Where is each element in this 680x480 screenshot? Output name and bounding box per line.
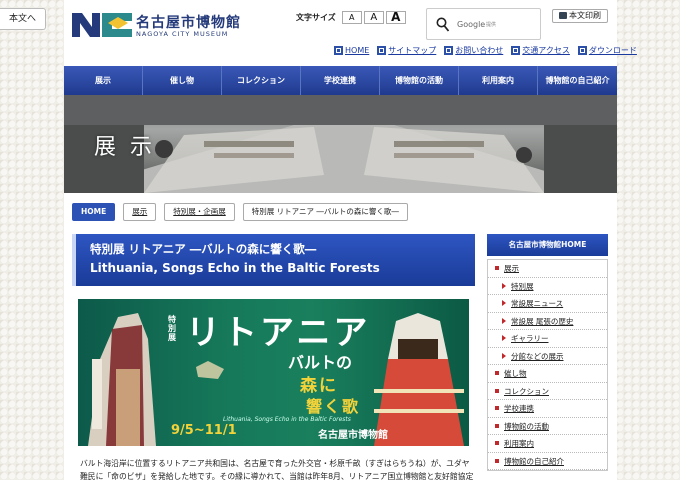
page-title-english: Lithuania, Songs Echo in the Baltic Fore…	[90, 261, 380, 275]
poster-subtitle-3: 響く歌	[306, 397, 361, 416]
breadcrumb-home[interactable]: HOME	[72, 203, 116, 221]
sidebar-item-label: 展示	[504, 264, 519, 273]
sidebar-item-label: コレクション	[504, 386, 549, 396]
nav-item-collection[interactable]: コレクション	[222, 66, 301, 95]
poster-main-title: リトアニア	[186, 313, 371, 353]
map-icon	[511, 46, 521, 55]
nav-item-activities[interactable]: 博物館の活動	[380, 66, 459, 95]
sidebar-item-visitor-info[interactable]: 利用案内	[488, 435, 607, 453]
sidebar-item-label: 催し物	[504, 369, 527, 378]
skip-to-content-button[interactable]: 本文へ	[0, 8, 46, 30]
print-button[interactable]: 本文印刷	[552, 9, 608, 23]
sidebar-item-label: 学校連携	[504, 404, 534, 413]
sidebar-item-label: 特別展	[511, 281, 534, 291]
utility-link-contact[interactable]: お問い合わせ	[444, 45, 503, 56]
sidebar-item-label: 博物館の活動	[504, 421, 549, 431]
sidebar-item-owari-history[interactable]: 常設展 尾張の歴史	[488, 313, 607, 330]
sidebar-item-label: ギャラリー	[511, 334, 549, 343]
hero-banner: 展示	[64, 95, 617, 193]
home-icon	[334, 46, 343, 55]
logo-english-name: NAGOYA CITY MUSEUM	[136, 30, 229, 38]
sidebar-home-link[interactable]: 名古屋市博物館HOME	[487, 234, 608, 256]
sidebar-item-schools[interactable]: 学校連携	[488, 400, 607, 418]
utility-link-label: ダウンロード	[588, 46, 637, 55]
sidebar-item-label: 常設展 尾張の歴史	[511, 316, 574, 326]
breadcrumb-label: 展示	[132, 207, 148, 216]
utility-links: HOME サイトマップ お問い合わせ 交通アクセス ダウンロード	[334, 45, 645, 56]
utility-link-label: お問い合わせ	[455, 46, 504, 55]
sidebar-item-events[interactable]: 催し物	[488, 365, 607, 383]
mail-icon	[444, 46, 454, 55]
poster-dates: 9/5~11/1	[171, 423, 237, 438]
poster-english-subtitle: Lithuania, Songs Echo in the Baltic Fore…	[223, 416, 351, 423]
poster-venue: 名古屋市博物館	[318, 430, 388, 441]
sidebar-item-special[interactable]: 特別展	[488, 278, 607, 295]
download-icon	[577, 46, 587, 55]
museum-logo-mark-icon	[72, 13, 132, 37]
intro-paragraph: バルト海沿岸に位置するリトアニア共和国は、名古屋で育った外交官・杉原千畝（すぎは…	[80, 459, 474, 480]
font-size-label: 文字サイズ	[296, 12, 336, 22]
font-size-small-button[interactable]: A	[341, 10, 362, 24]
utility-link-label: HOME	[345, 46, 370, 55]
logo-japanese-name: 名古屋市博物館	[136, 15, 241, 31]
font-size-medium-button[interactable]: A	[363, 10, 384, 24]
nav-item-schools[interactable]: 学校連携	[301, 66, 380, 95]
sidebar-item-exhibitions[interactable]: 展示	[488, 260, 607, 278]
site-search: 提供	[426, 8, 541, 40]
sidebar-item-branch[interactable]: 分館などの展示	[488, 348, 607, 365]
page-title-japanese: 特別展 リトアニア ―バルトの森に響く歌―	[90, 242, 317, 256]
search-icon[interactable]	[436, 17, 450, 33]
sidebar-menu: 展示 特別展 常設展ニュース 常設展 尾張の歴史 ギャラリー 分館などの展示 催…	[487, 259, 608, 471]
utility-link-label: サイトマップ	[388, 46, 437, 55]
sidebar-item-label: 常設展ニュース	[511, 299, 564, 308]
search-provider-label: 提供	[486, 22, 497, 28]
sidebar-item-collection[interactable]: コレクション	[488, 383, 607, 400]
poster-tag: 特別展	[168, 315, 176, 342]
breadcrumb-label: 特別展・企画展	[173, 207, 226, 216]
site-logo[interactable]: 名古屋市博物館 NAGOYA CITY MUSEUM	[72, 11, 272, 39]
breadcrumb: HOME 展示 特別展・企画展 特別展 リトアニア ―バルトの森に響く歌―	[72, 203, 416, 221]
sidebar-item-label: 分館などの展示	[511, 351, 564, 361]
page-title: 特別展 リトアニア ―バルトの森に響く歌― Lithuania, Songs E…	[72, 234, 475, 286]
exhibition-poster: 特別展 リトアニア バルトの 森に 響く歌 Lithuania, Songs E…	[78, 299, 469, 446]
search-input[interactable]	[457, 16, 537, 32]
poster-subtitle-1: バルトの	[288, 353, 353, 372]
global-nav: 展示 催し物 コレクション 学校連携 博物館の活動 利用案内 博物館の自己紹介	[64, 66, 617, 95]
breadcrumb-current: 特別展 リトアニア ―バルトの森に響く歌―	[242, 203, 408, 221]
font-size-large-button[interactable]: A	[385, 10, 406, 24]
utility-link-home[interactable]: HOME	[334, 45, 369, 56]
font-size-control: 文字サイズ A A A	[296, 10, 408, 24]
utility-link-access[interactable]: 交通アクセス	[511, 45, 570, 56]
sidebar-item-permanent-news[interactable]: 常設展ニュース	[488, 295, 607, 313]
breadcrumb-special-exhibitions[interactable]: 特別展・企画展	[164, 203, 235, 221]
printer-icon	[559, 12, 567, 19]
nav-item-events[interactable]: 催し物	[143, 66, 222, 95]
hero-title: 展示	[94, 135, 167, 160]
utility-link-download[interactable]: ダウンロード	[577, 45, 637, 56]
breadcrumb-exhibitions[interactable]: 展示	[123, 203, 157, 221]
sidebar-item-about[interactable]: 博物館の自己紹介	[488, 453, 607, 470]
nav-item-about[interactable]: 博物館の自己紹介	[538, 66, 617, 95]
utility-link-sitemap[interactable]: サイトマップ	[377, 45, 436, 56]
print-button-label: 本文印刷	[569, 11, 601, 20]
sitemap-icon	[377, 46, 387, 55]
utility-link-label: 交通アクセス	[522, 46, 570, 55]
sidebar-item-activities[interactable]: 博物館の活動	[488, 418, 607, 435]
sidebar-item-label: 利用案内	[504, 439, 534, 448]
sidebar-item-gallery[interactable]: ギャラリー	[488, 330, 607, 348]
sidebar-item-label: 博物館の自己紹介	[504, 456, 564, 466]
nav-item-exhibitions[interactable]: 展示	[64, 66, 143, 95]
nav-item-visitor-info[interactable]: 利用案内	[459, 66, 538, 95]
